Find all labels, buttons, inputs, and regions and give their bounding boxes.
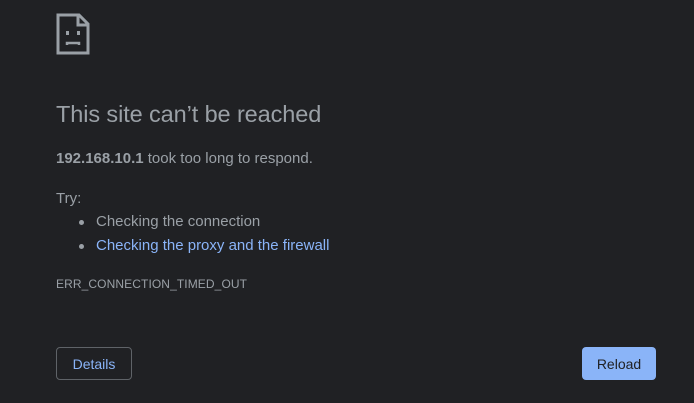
- error-code: ERR_CONNECTION_TIMED_OUT: [56, 277, 248, 291]
- reload-button[interactable]: Reload: [582, 347, 656, 380]
- bullet-icon: [79, 244, 84, 249]
- suggestion-check-proxy-link[interactable]: Checking the proxy and the firewall: [56, 236, 329, 260]
- error-page: This site can’t be reached 192.168.10.1 …: [0, 0, 694, 403]
- suggestion-label: Checking the proxy and the firewall: [96, 237, 330, 254]
- suggestions-list: Checking the connection Checking the pro…: [56, 212, 329, 260]
- suggestion-check-connection: Checking the connection: [56, 212, 329, 236]
- try-label: Try:: [56, 190, 82, 207]
- summary-text: took too long to respond.: [143, 150, 313, 167]
- suggestion-label: Checking the connection: [96, 213, 261, 230]
- bullet-icon: [79, 220, 84, 225]
- details-button[interactable]: Details: [56, 347, 132, 380]
- host-address: 192.168.10.1: [56, 150, 144, 167]
- page-title: This site can’t be reached: [56, 101, 322, 127]
- error-summary: 192.168.10.1 took too long to respond.: [56, 150, 313, 167]
- sad-file-icon: [56, 13, 90, 55]
